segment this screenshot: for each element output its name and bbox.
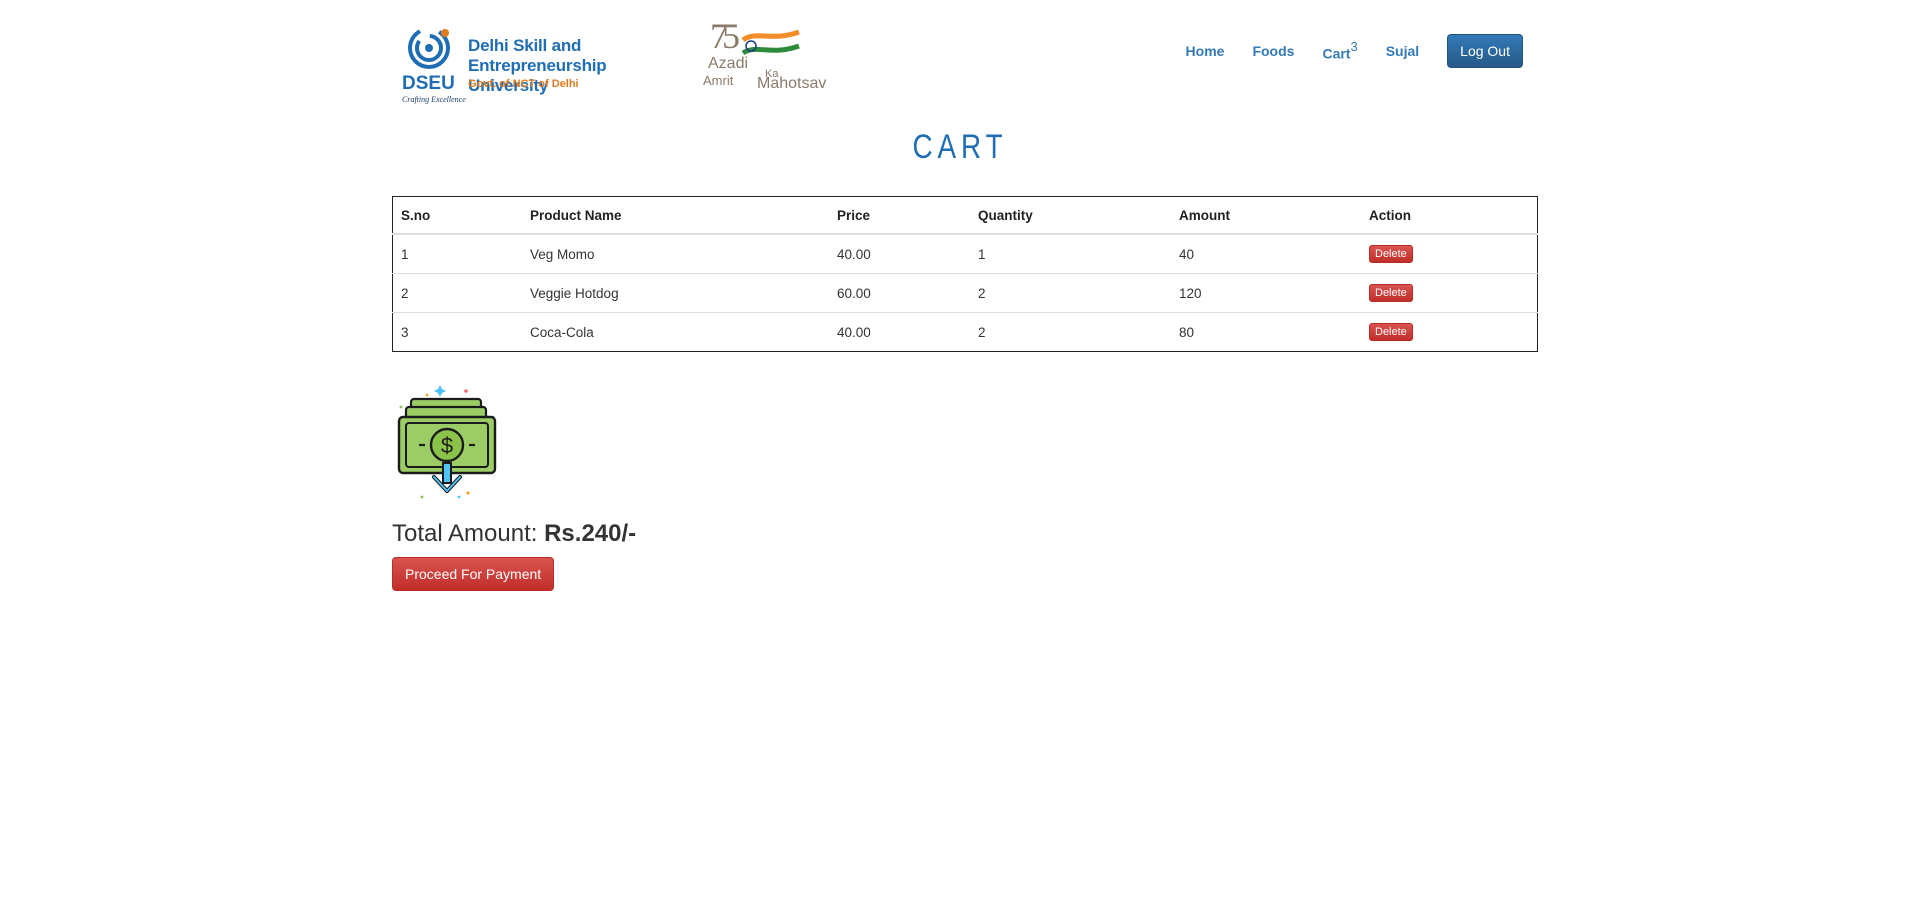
delete-button[interactable]: Delete: [1369, 284, 1413, 302]
cell-amount: 40: [1171, 233, 1361, 274]
cell-product: Coca-Cola: [522, 312, 829, 352]
cell-price: 40.00: [829, 233, 970, 274]
cell-quantity: 1: [970, 233, 1171, 274]
site-header: DSEU Crafting Excellence Delhi Skill and…: [393, 15, 1535, 104]
col-header-amount: Amount: [1171, 196, 1361, 235]
col-header-sno: S.no: [392, 196, 522, 235]
col-header-action: Action: [1361, 196, 1538, 235]
cell-action: Delete: [1361, 312, 1538, 352]
cell-product: Veggie Hotdog: [522, 273, 829, 313]
university-name-line1: Delhi Skill and: [468, 36, 582, 55]
cell-quantity: 2: [970, 312, 1171, 352]
govt-label: Govt. of NCT of Delhi: [468, 78, 579, 90]
dseu-abbreviation: DSEU: [402, 73, 455, 94]
flag-wave-icon: [741, 29, 800, 56]
col-header-product: Product Name: [522, 196, 829, 235]
table-row: 1 Veg Momo 40.00 1 40 Delete: [392, 233, 1538, 274]
nav-user-link[interactable]: Sujal: [1386, 43, 1419, 59]
dseu-logo[interactable]: DSEU Crafting Excellence Delhi Skill and…: [401, 22, 691, 104]
cell-quantity: 2: [970, 273, 1171, 313]
col-header-price: Price: [829, 196, 970, 235]
cell-price: 60.00: [829, 273, 970, 313]
mahotsav-word: Mahotsav: [757, 75, 827, 92]
cell-sno: 2: [392, 273, 522, 313]
cell-action: Delete: [1361, 273, 1538, 313]
nav-cart-label: Cart: [1322, 45, 1351, 62]
nav-home-link[interactable]: Home: [1186, 43, 1225, 59]
nav-foods-link[interactable]: Foods: [1252, 43, 1294, 59]
dseu-tagline: Crafting Excellence: [402, 95, 466, 104]
logout-button[interactable]: Log Out: [1447, 34, 1523, 68]
azadi-ka-amrit-mahotsav-logo: 75 Azadi Ka Amrit Mahotsav: [703, 16, 827, 98]
col-header-quantity: Quantity: [970, 196, 1171, 235]
university-name-line2: Entrepreneurship University: [468, 56, 607, 95]
table-row: 3 Coca-Cola 40.00 2 80 Delete: [392, 312, 1538, 352]
nav-cart-link[interactable]: Cart3: [1322, 38, 1358, 62]
total-amount-value: Rs.240/-: [544, 520, 637, 547]
dseu-emblem-icon: [408, 27, 450, 69]
cell-sno: 3: [392, 312, 522, 352]
cart-table-header: S.no Product Name Price Quantity Amount …: [392, 196, 1538, 235]
table-row: 2 Veggie Hotdog 60.00 2 120 Delete: [392, 273, 1538, 313]
cart-table-body: 1 Veg Momo 40.00 1 40 Delete 2 Veggie Ho…: [392, 233, 1538, 352]
cart-table: S.no Product Name Price Quantity Amount …: [392, 196, 1538, 352]
main-nav: Home Foods Cart3 Sujal Log Out: [1158, 34, 1523, 68]
cell-action: Delete: [1361, 233, 1538, 274]
cell-price: 40.00: [829, 312, 970, 352]
svg-text:$: $: [441, 433, 453, 458]
azadi-75-text: 75: [710, 16, 740, 56]
cell-amount: 120: [1171, 273, 1361, 313]
cart-count-badge: 3: [1350, 38, 1358, 54]
delete-button[interactable]: Delete: [1369, 245, 1413, 263]
proceed-payment-button[interactable]: Proceed For Payment: [392, 557, 555, 591]
cell-amount: 80: [1171, 312, 1361, 352]
amrit-word: Amrit: [703, 73, 734, 88]
delete-button[interactable]: Delete: [1369, 323, 1413, 341]
page-title: CART: [912, 128, 1008, 166]
total-amount: Total Amount: Rs.240/-: [392, 520, 636, 548]
money-download-icon: $: [397, 385, 497, 499]
total-amount-label: Total Amount:: [392, 520, 538, 547]
cell-product: Veg Momo: [522, 233, 829, 274]
table-header-row: S.no Product Name Price Quantity Amount …: [392, 196, 1538, 235]
azadi-word: Azadi: [708, 55, 749, 72]
cell-sno: 1: [392, 233, 522, 274]
